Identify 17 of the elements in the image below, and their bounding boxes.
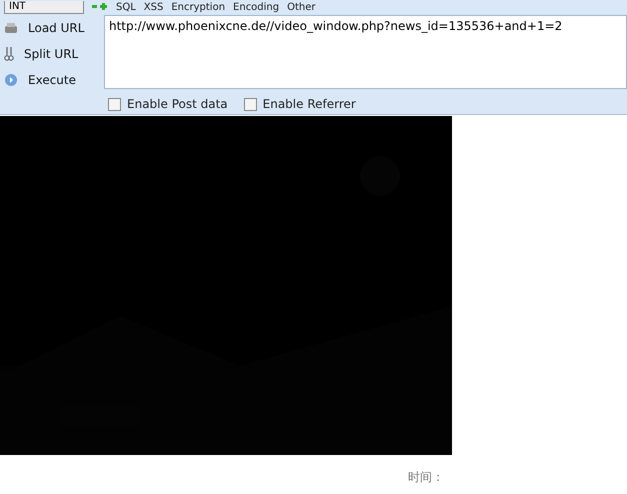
play-icon bbox=[4, 73, 18, 87]
printer-icon bbox=[4, 22, 18, 34]
scissors-icon bbox=[4, 46, 14, 62]
menu-item[interactable]: Other bbox=[287, 2, 316, 12]
url-field[interactable]: http://www.phoenixcne.de//video_window.php?news_id=135536+and+1=2 bbox=[104, 15, 627, 89]
time-label: 时间： bbox=[408, 469, 444, 486]
action-button[interactable]: Execute bbox=[0, 69, 100, 91]
type-select[interactable]: INT bbox=[4, 0, 84, 14]
plus-icon bbox=[92, 3, 108, 11]
menu-item[interactable]: Encryption bbox=[171, 2, 226, 12]
action-button[interactable]: Load URL bbox=[0, 17, 100, 39]
checkbox-option[interactable]: Enable Referrer bbox=[244, 97, 356, 111]
menu-item[interactable]: XSS bbox=[144, 2, 164, 12]
checkbox-option[interactable]: Enable Post data bbox=[108, 97, 228, 111]
menu-item[interactable]: SQL bbox=[116, 2, 136, 12]
menu-item[interactable]: Encoding bbox=[233, 2, 280, 12]
action-button[interactable]: Split URL bbox=[0, 43, 100, 65]
